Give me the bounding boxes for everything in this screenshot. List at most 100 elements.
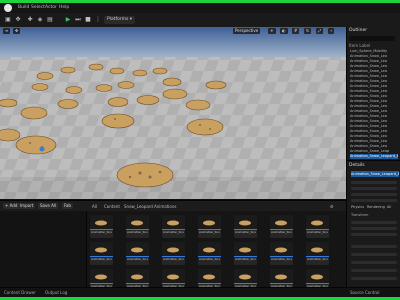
details-actor-name[interactable]: Animation_Snow_Leopard_8a [351, 171, 399, 177]
asset-label: Animation_Snow_Leopard_Snf [235, 258, 256, 261]
details-search-input[interactable] [351, 181, 397, 184]
asset-label: Animation_Snow_Leopard_Eat [199, 231, 220, 234]
asset-thumbnail [306, 269, 329, 283]
asset-tile[interactable]: Animation_Snow_Leopard_Rn [126, 242, 149, 265]
rotation-field[interactable] [351, 227, 397, 230]
asset-tile[interactable]: Animation_Snow_Leopard_Hit [234, 215, 257, 238]
breadcrumb-content[interactable]: Content [104, 204, 120, 209]
asset-type-bar [306, 256, 329, 257]
asset-tile[interactable]: Animation_Snow_Leopard_Lay [90, 242, 113, 265]
details-row [351, 277, 397, 280]
asset-type-bar [198, 229, 221, 230]
leopard-thumbnail-icon [167, 220, 179, 226]
stop-icon[interactable]: ■ [84, 16, 92, 24]
save-all-button[interactable]: Save All [38, 203, 59, 209]
location-field[interactable] [351, 221, 397, 224]
fab-button[interactable]: Fab [62, 203, 73, 209]
import-button[interactable]: Import [18, 203, 36, 209]
asset-tile[interactable]: Animation_Snow_Leopard_Sit [162, 242, 185, 265]
asset-thumbnail [90, 242, 113, 256]
details-row [351, 253, 397, 256]
outliner-search-input[interactable] [349, 36, 395, 41]
asset-type-bar [234, 256, 257, 257]
asset-tile[interactable]: Animation_Snow_Leopard_Jmp [306, 215, 329, 238]
leopard-thumbnail-icon [131, 220, 143, 226]
menu-build[interactable]: Build [18, 5, 29, 10]
snap-grid-icon[interactable]: # [292, 28, 300, 34]
leopard-thumbnail-icon [203, 274, 215, 280]
breadcrumb-snow-leopard[interactable]: Snow_Leopard [124, 204, 153, 209]
asset-type-bar [306, 229, 329, 230]
content-browser: + Add Import Save All Fab All Content Sn… [0, 200, 346, 298]
breadcrumb-animations[interactable]: Animations [154, 204, 176, 209]
asset-tile[interactable]: Animation_Snow_Leopard_Eat [198, 215, 221, 238]
skip-icon[interactable]: ⏭ [74, 16, 82, 24]
asset-tile[interactable]: Animation_Snow_Leopard_Stn [270, 242, 293, 265]
rotate-snap-icon[interactable]: ↻ [304, 28, 312, 34]
asset-type-bar [198, 256, 221, 257]
asset-label: Animation_Snow_Leopard_Hit [235, 231, 256, 234]
unreal-logo-icon[interactable] [4, 4, 12, 12]
perspective-button[interactable]: Perspective [233, 28, 261, 34]
scale-snap-icon[interactable]: ⤢ [316, 28, 324, 34]
scale-field[interactable] [351, 233, 397, 236]
save-icon[interactable]: ▣ [4, 16, 12, 24]
source-control-button[interactable]: Source Control [350, 290, 379, 295]
play-icon[interactable]: ▶ [64, 16, 72, 24]
asset-type-bar [270, 229, 293, 230]
asset-tile[interactable]: Animation_Snow_Leopard_Swm [306, 242, 329, 265]
lit-mode-icon[interactable]: ☀ [268, 28, 276, 34]
asset-tile[interactable]: Animation_Snow_Leopard_Bite [126, 215, 149, 238]
outliner-column-header[interactable]: Item Label [349, 43, 370, 48]
menu-select[interactable]: Select [31, 5, 45, 10]
mode-select-icon[interactable]: ✥ [14, 16, 22, 24]
tab-rendering[interactable]: Rendering [367, 205, 385, 209]
transform-section[interactable]: Transform [351, 213, 368, 217]
camera-speed-icon[interactable]: ⌁ [328, 28, 335, 34]
asset-type-bar [234, 283, 257, 284]
tab-all[interactable]: All [387, 205, 391, 209]
leopard-thumbnail-icon [239, 247, 251, 253]
asset-type-bar [162, 256, 185, 257]
content-drawer-button[interactable]: Content Drawer [4, 290, 36, 295]
output-log-button[interactable]: Output Log [45, 290, 67, 295]
outliner-title: Outliner [349, 28, 368, 33]
asset-type-bar [90, 229, 113, 230]
asset-tile[interactable]: Animation_Snow_Leopard_Idl [270, 215, 293, 238]
viewport-menu-icon[interactable]: ≡ [3, 28, 11, 34]
level-viewport[interactable] [0, 27, 346, 199]
details-row [351, 261, 397, 264]
asset-label: Animation_Snow_Leopard_Sit [163, 258, 184, 261]
content-browser-sidebar[interactable] [0, 211, 87, 298]
asset-thumbnail [270, 242, 293, 256]
asset-label: Animation_Snow_Leopard_Stn [271, 258, 292, 261]
asset-tile[interactable]: Animation_Snow_Leopard_Slp [198, 242, 221, 265]
asset-tile[interactable]: Animation_Snow_Leopard_Dth [162, 215, 185, 238]
add-button[interactable]: + Add [3, 203, 20, 209]
tab-physics[interactable]: Physics [351, 205, 364, 209]
show-flags-icon[interactable]: ◐ [280, 28, 288, 34]
blueprint-icon[interactable]: ◈ [36, 16, 44, 24]
more-options-icon[interactable]: ⋮ [94, 16, 102, 24]
settings-icon[interactable]: ⚙ [330, 204, 334, 209]
breadcrumb-all[interactable]: All [92, 204, 97, 209]
transform-move-icon[interactable]: ✥ [13, 28, 21, 34]
add-actor-icon[interactable]: ✚ [26, 16, 34, 24]
outliner-panel: Outliner Item Label Lum_Sphere_Mobility A… [346, 27, 400, 160]
outliner-row-selected[interactable]: Animation_Snow_Leopard_8a [350, 154, 398, 159]
asset-thumbnail [198, 242, 221, 256]
platforms-button[interactable]: Platforms ▾ [104, 16, 136, 24]
asset-thumbnail [270, 215, 293, 229]
menu-actor[interactable]: Actor [45, 5, 57, 10]
asset-label: Animation_Snow_Leopard_Dth [163, 231, 184, 234]
sequencer-icon[interactable]: ▤ [46, 16, 54, 24]
leopard-thumbnail-icon [167, 274, 179, 280]
menu-help[interactable]: Help [59, 5, 69, 10]
asset-type-bar [162, 229, 185, 230]
asset-label: Animation_Snow_Leopard_Rn [127, 258, 148, 261]
details-row [351, 245, 397, 248]
details-row [351, 199, 397, 202]
asset-tile[interactable]: Animation_Snow_Leopard_Snf [234, 242, 257, 265]
asset-type-bar [270, 256, 293, 257]
asset-tile[interactable]: Animation_Snow_Leopard_Atk [90, 215, 113, 238]
